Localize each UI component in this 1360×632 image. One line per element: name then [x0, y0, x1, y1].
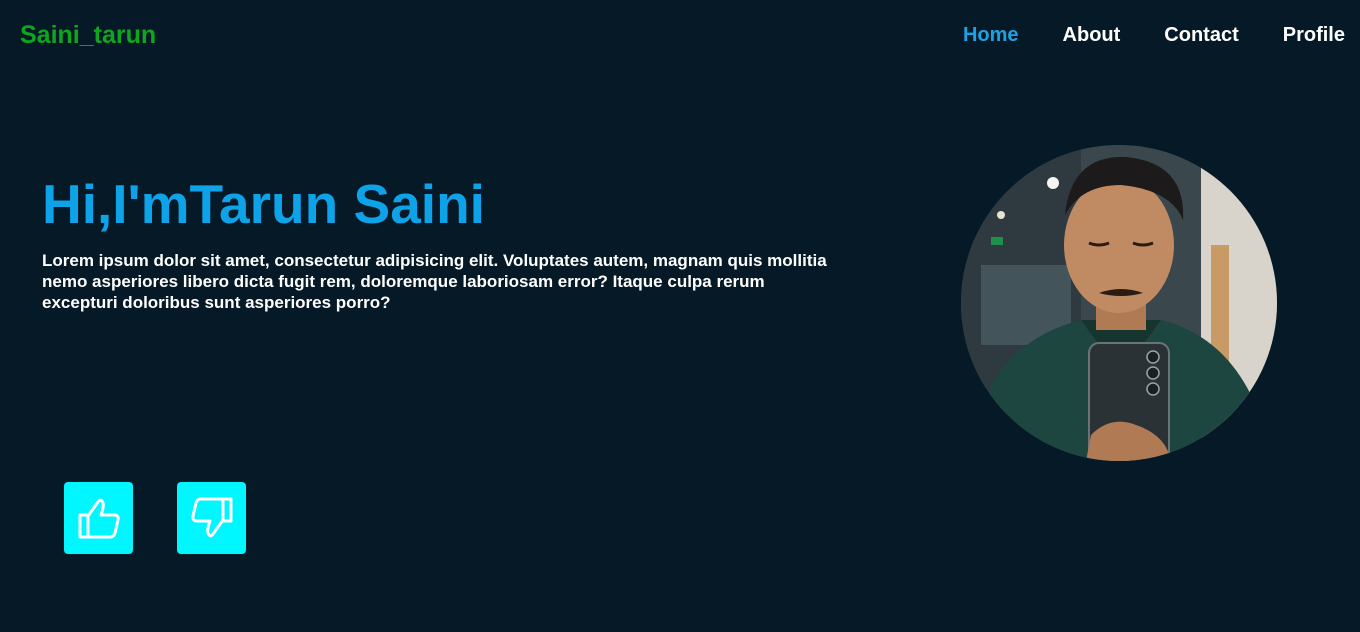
thumbs-up-icon: [78, 498, 120, 539]
profile-photo-illustration: [961, 145, 1277, 461]
thumbs-down-icon: [190, 497, 232, 538]
dislike-button[interactable]: [177, 482, 246, 554]
nav-contact[interactable]: Contact: [1164, 23, 1238, 47]
page: Saini_tarun Home About Contact Profile H…: [0, 0, 1360, 632]
profile-photo: [961, 145, 1277, 461]
hero-title: Hi,I'mTarun Saini: [42, 173, 485, 235]
like-button[interactable]: [64, 482, 133, 554]
nav-home[interactable]: Home: [963, 23, 1019, 47]
hero-description: Lorem ipsum dolor sit amet, consectetur …: [42, 251, 827, 312]
main-nav: Home About Contact Profile: [919, 23, 1345, 47]
nav-profile[interactable]: Profile: [1283, 23, 1345, 47]
nav-about[interactable]: About: [1063, 23, 1121, 47]
brand-logo[interactable]: Saini_tarun: [20, 20, 156, 50]
